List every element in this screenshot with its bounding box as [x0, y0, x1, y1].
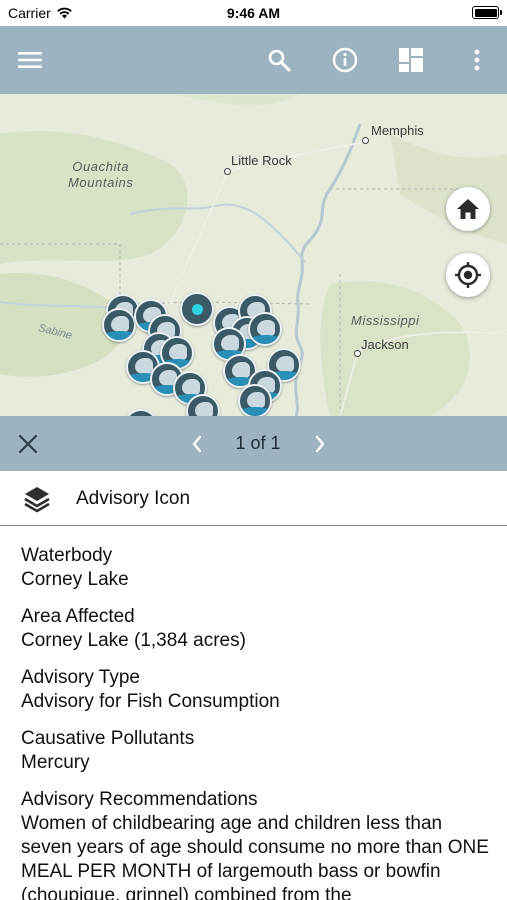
status-time: 9:46 AM	[226, 5, 281, 21]
crosshair-icon	[455, 262, 481, 288]
next-feature-button[interactable]	[308, 432, 332, 456]
more-options-button[interactable]	[459, 42, 495, 78]
app-toolbar	[0, 26, 507, 94]
home-button[interactable]	[446, 187, 490, 231]
advisory-marker[interactable]	[238, 384, 272, 416]
more-vertical-icon	[474, 49, 480, 71]
attribute-waterbody: Waterbody Corney Lake	[21, 544, 491, 592]
attribute-label: Causative Pollutants	[21, 728, 195, 749]
chevron-right-icon	[315, 435, 325, 453]
map-label-ouachita-mountains: Ouachita Mountains	[68, 159, 133, 191]
attribute-label: Waterbody	[21, 545, 113, 566]
attribute-advisory-type: Advisory Type Advisory for Fish Consumpt…	[21, 666, 491, 714]
attribute-value: Corney Lake	[21, 569, 129, 590]
battery-icon	[472, 6, 502, 19]
feature-counter: 1 of 1	[235, 433, 281, 453]
popup-layer-header: Advisory Icon	[0, 471, 507, 526]
map-label-ouachita-line2: Mountains	[68, 175, 134, 190]
attribute-value: Corney Lake (1,384 acres)	[21, 630, 246, 651]
fish-advisory-icon	[195, 402, 213, 416]
map-label-jackson: Jackson	[361, 337, 409, 352]
attribute-value: Advisory for Fish Consumption	[21, 691, 280, 712]
attribute-label: Advisory Type	[21, 667, 140, 688]
search-icon	[268, 49, 291, 72]
attribute-value: Women of childbearing age and children l…	[21, 813, 489, 900]
popup-attribute-list: Waterbody Corney Lake Area Affected Corn…	[21, 544, 491, 900]
fish-advisory-icon	[257, 320, 275, 336]
attribute-causative-pollutants: Causative Pollutants Mercury	[21, 727, 491, 775]
attribute-advisory-recommendations: Advisory Recommendations Women of childb…	[21, 788, 491, 900]
map-label-ouachita-line1: Ouachita	[72, 159, 130, 174]
advisory-marker[interactable]	[102, 308, 136, 342]
basemap-button[interactable]	[393, 42, 429, 78]
info-icon	[332, 47, 358, 73]
map-label-memphis: Memphis	[371, 123, 424, 138]
map-view[interactable]: Memphis Little Rock Ouachita Mountains M…	[0, 94, 507, 416]
menu-button[interactable]	[12, 42, 48, 78]
popup-navigation-bar: 1 of 1	[0, 416, 507, 471]
advisory-marker[interactable]	[248, 312, 282, 346]
selected-advisory-marker[interactable]	[180, 292, 214, 326]
fish-advisory-icon	[247, 392, 265, 408]
fish-advisory-icon	[232, 362, 250, 378]
fish-advisory-icon	[111, 316, 129, 332]
map-label-mississippi: Mississippi	[351, 313, 420, 328]
attribute-label: Advisory Recommendations	[21, 789, 258, 810]
status-bar: Carrier 9:46 AM	[0, 0, 507, 26]
close-popup-button[interactable]	[17, 433, 39, 455]
locate-me-button[interactable]	[446, 253, 490, 297]
previous-feature-button[interactable]	[185, 432, 209, 456]
close-icon	[18, 434, 38, 454]
hamburger-icon	[18, 52, 42, 68]
fish-advisory-icon	[169, 344, 187, 360]
home-icon	[457, 199, 479, 219]
attribute-area-affected: Area Affected Corney Lake (1,384 acres)	[21, 605, 491, 653]
search-button[interactable]	[261, 42, 297, 78]
city-marker-little-rock	[224, 168, 231, 175]
chevron-left-icon	[192, 435, 202, 453]
fish-advisory-icon	[182, 379, 200, 395]
city-marker-memphis	[362, 137, 369, 144]
fish-advisory-icon	[276, 356, 294, 372]
selection-indicator	[192, 304, 203, 315]
info-button[interactable]	[327, 42, 363, 78]
map-label-little-rock: Little Rock	[231, 153, 292, 168]
attribute-value: Mercury	[21, 752, 90, 773]
popup-layer-title: Advisory Icon	[76, 488, 191, 509]
layers-icon	[24, 487, 50, 513]
fish-advisory-icon	[221, 335, 239, 351]
attribute-label: Area Affected	[21, 606, 135, 627]
city-marker-jackson	[354, 350, 361, 357]
layout-grid-icon	[399, 48, 423, 72]
